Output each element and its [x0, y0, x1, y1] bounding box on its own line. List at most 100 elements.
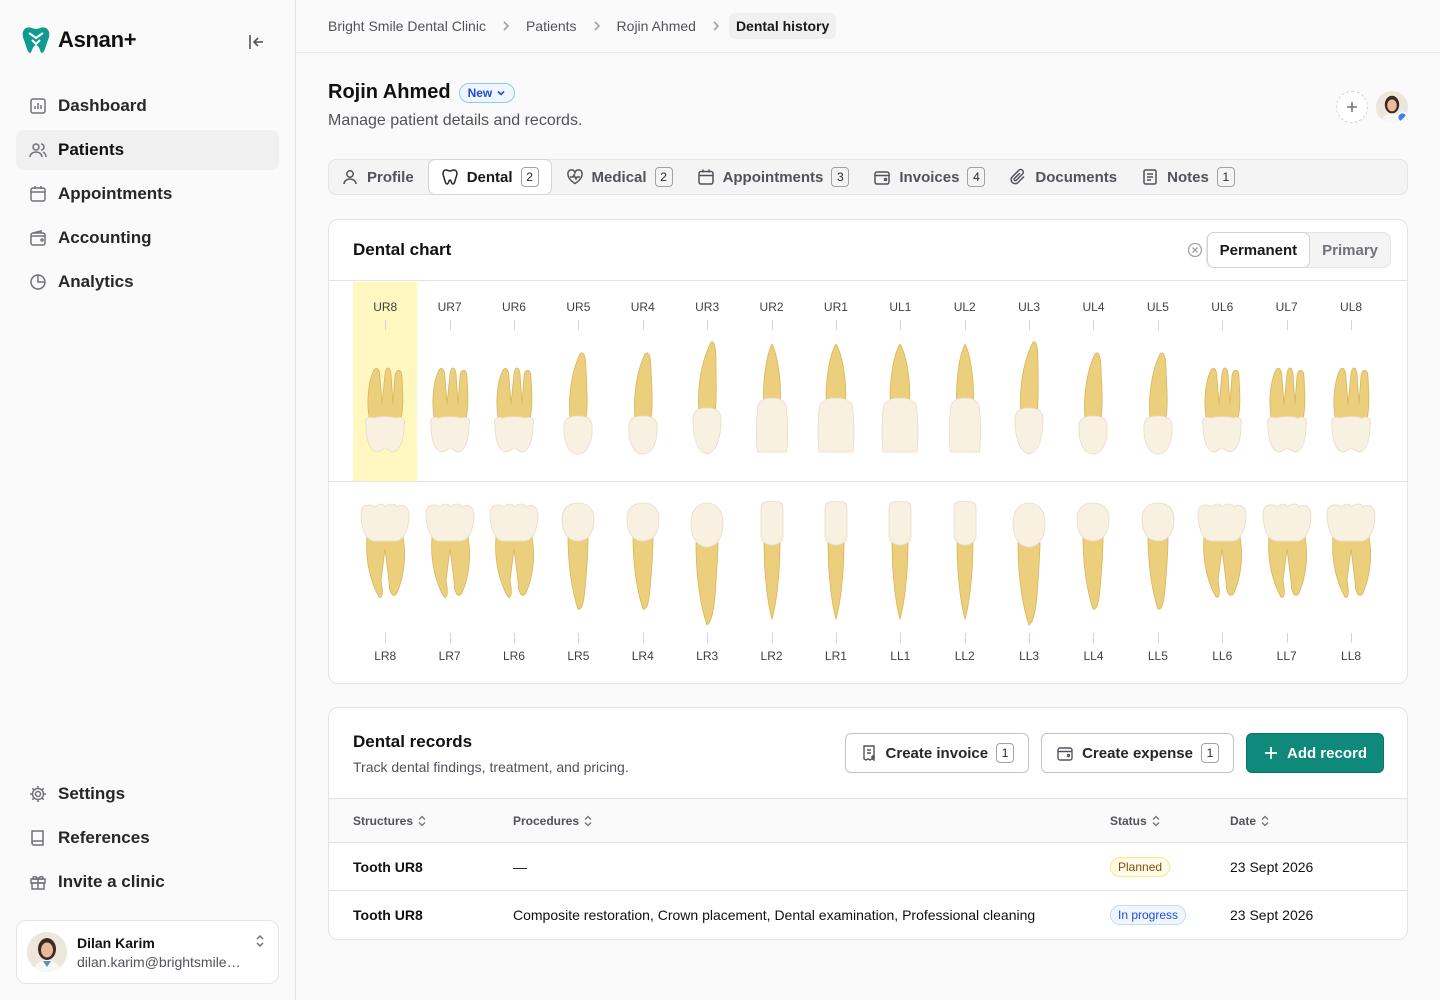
tooth-ll1[interactable]: LL1 [868, 483, 932, 683]
button-label: Create invoice [885, 744, 989, 762]
nav-settings[interactable]: Settings [16, 774, 279, 814]
tooth-icon [753, 342, 791, 461]
tooth-icon [486, 501, 542, 606]
tooth-ur4[interactable]: UR4 [611, 282, 675, 481]
nav-dashboard[interactable]: Dashboard [16, 86, 279, 126]
tooth-lr6[interactable]: LR6 [482, 483, 546, 683]
tab-label: Appointments [722, 168, 824, 186]
tooth-ll4[interactable]: LL4 [1061, 483, 1125, 683]
tooth-tick [513, 633, 515, 643]
clear-selection-icon[interactable] [1187, 242, 1203, 258]
column-structures[interactable]: Structures [329, 814, 513, 828]
tooth-tick [835, 320, 837, 330]
tooth-ll2[interactable]: LL2 [933, 483, 997, 683]
tooth-logo-icon [22, 27, 50, 53]
nav-invite-clinic[interactable]: Invite a clinic [16, 862, 279, 902]
expense-count: 1 [1200, 743, 1219, 763]
chevron-right-icon [494, 20, 518, 32]
tab-count: 3 [831, 167, 850, 187]
tab-medical[interactable]: Medical 2 [554, 159, 685, 195]
tooth-ll8[interactable]: LL8 [1319, 483, 1383, 683]
tooth-icon [425, 364, 475, 461]
status-badge[interactable]: New [458, 82, 516, 103]
nav-references[interactable]: References [16, 818, 279, 858]
tooth-lr8[interactable]: LR8 [353, 483, 417, 683]
nav-accounting[interactable]: Accounting [16, 218, 279, 258]
tooth-ur5[interactable]: UR5 [546, 282, 610, 481]
column-procedures[interactable]: Procedures [513, 814, 1110, 828]
lower-arch: LR8 LR7 LR6 LR5 LR4 LR3 LR2 LR1 LL1 LL2 … [329, 483, 1407, 683]
tooth-tick [1029, 320, 1031, 330]
add-member-button[interactable] [1336, 91, 1368, 123]
breadcrumb-clinic[interactable]: Bright Smile Dental Clinic [328, 18, 486, 34]
column-date[interactable]: Date [1230, 814, 1407, 828]
primary-toggle[interactable]: Primary [1310, 232, 1390, 268]
tooth-ll5[interactable]: LL5 [1126, 483, 1190, 683]
column-status[interactable]: Status [1110, 814, 1230, 828]
brand[interactable]: Asnan+ [20, 24, 137, 56]
tooth-ul3[interactable]: UL3 [997, 282, 1061, 481]
tooth-lr3[interactable]: LR3 [675, 483, 739, 683]
tooth-ul1[interactable]: UL1 [868, 282, 932, 481]
tooth-ul5[interactable]: UL5 [1126, 282, 1190, 481]
tab-dental[interactable]: Dental 2 [427, 159, 552, 195]
user-menu[interactable]: Dilan Karim dilan.karim@brightsmile.exam… [16, 920, 279, 984]
nav-analytics[interactable]: Analytics [16, 262, 279, 302]
tooth-label: UL5 [1146, 300, 1169, 314]
nav-appointments[interactable]: Appointments [16, 174, 279, 214]
structure-cell: Tooth UR8 [353, 907, 423, 923]
tooth-ur3[interactable]: UR3 [675, 282, 739, 481]
tooth-ul6[interactable]: UL6 [1190, 282, 1254, 481]
tooth-label: UR5 [566, 300, 591, 314]
tooth-tick [449, 633, 451, 643]
tooth-ur1[interactable]: UR1 [804, 282, 868, 481]
paperclip-icon [1010, 168, 1025, 185]
tooth-icon [878, 342, 922, 461]
tooth-ur6[interactable]: UR6 [482, 282, 546, 481]
badge-label: New [467, 85, 493, 100]
tooth-lr2[interactable]: LR2 [739, 483, 803, 683]
tooth-lr7[interactable]: LR7 [417, 483, 481, 683]
tooth-lr4[interactable]: LR4 [611, 483, 675, 683]
add-record-button[interactable]: Add record [1245, 733, 1384, 773]
assignee-avatar[interactable] [1376, 91, 1408, 123]
table-row[interactable]: Tooth UR8 Composite restoration, Crown p… [329, 891, 1407, 939]
breadcrumb-patient[interactable]: Rojin Ahmed [617, 18, 696, 34]
calendar-icon [30, 186, 46, 202]
tooth-ll6[interactable]: LL6 [1190, 483, 1254, 683]
tooth-ur8[interactable]: UR8 [353, 282, 418, 481]
table-row[interactable]: Tooth UR8 — Planned 23 Sept 2026 [329, 843, 1407, 891]
tooth-tick [1093, 320, 1095, 330]
pie-icon [30, 274, 46, 290]
dentition-toggle: Permanent Primary [1205, 232, 1391, 268]
tooth-ll7[interactable]: LL7 [1254, 483, 1318, 683]
panel-collapse-icon [249, 35, 263, 49]
create-invoice-button[interactable]: Create invoice 1 [844, 733, 1030, 773]
collapse-sidebar-button[interactable] [244, 30, 268, 54]
nav-patients[interactable]: Patients [16, 130, 279, 170]
create-expense-button[interactable]: Create expense 1 [1041, 733, 1234, 773]
secondary-nav: Settings References Invite a clinic [16, 774, 279, 906]
tooth-ur2[interactable]: UR2 [739, 282, 803, 481]
tab-profile[interactable]: Profile [329, 159, 426, 195]
tab-notes[interactable]: Notes 1 [1129, 159, 1247, 195]
tooth-ul7[interactable]: UL7 [1254, 282, 1318, 481]
tooth-tick [578, 633, 580, 643]
tooth-lr1[interactable]: LR1 [804, 483, 868, 683]
sort-icon [418, 815, 426, 826]
tooth-ul8[interactable]: UL8 [1319, 282, 1383, 481]
tooth-ul2[interactable]: UL2 [933, 282, 997, 481]
tooth-lr5[interactable]: LR5 [546, 483, 610, 683]
tooth-label: LR1 [824, 649, 847, 663]
user-icon [343, 170, 357, 185]
breadcrumb-patients[interactable]: Patients [526, 18, 577, 34]
permanent-toggle[interactable]: Permanent [1206, 232, 1311, 268]
tab-appointments[interactable]: Appointments 3 [685, 159, 862, 195]
tooth-ul4[interactable]: UL4 [1061, 282, 1125, 481]
tooth-icon [1326, 364, 1376, 461]
tab-documents[interactable]: Documents [997, 159, 1129, 195]
tooth-icon [1073, 350, 1113, 461]
tab-invoices[interactable]: Invoices 4 [861, 159, 997, 195]
tooth-ll3[interactable]: LL3 [997, 483, 1061, 683]
tooth-ur7[interactable]: UR7 [417, 282, 481, 481]
